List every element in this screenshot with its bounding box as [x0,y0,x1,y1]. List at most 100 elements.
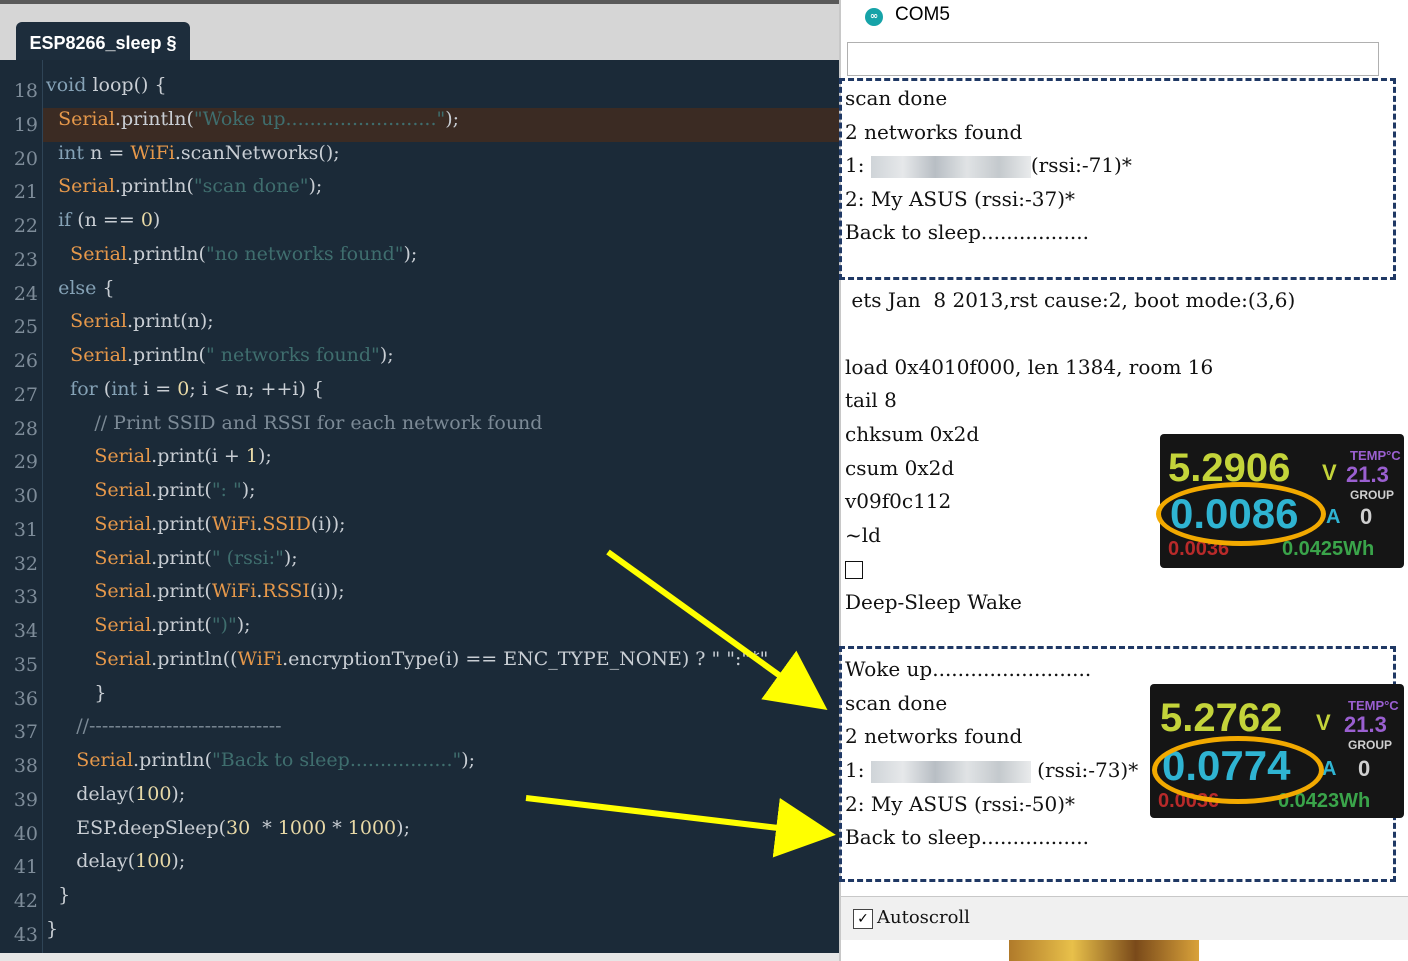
code-line[interactable]: Serial.print(i + 1); [46,445,272,479]
code-line[interactable]: int n = WiFi.scanNetworks(); [46,142,340,176]
code-token: // Print SSID and RSSI for each network … [94,411,543,434]
code-line[interactable]: Serial.println("Back to sleep...........… [46,749,475,783]
code-line[interactable]: if (n == 0) [46,209,160,243]
code-token: Serial [58,175,115,198]
code-line[interactable]: for (int i = 0; i < n; ++i) { [46,378,324,412]
line-number: 20 [13,147,38,170]
serial-line: ets Jan 8 2013,rst cause:2, boot mode:(3… [845,288,1295,322]
serial-line: Deep-Sleep Wake [845,590,1022,624]
serial-line-text: load 0x4010f000, len 1384, room 16 [845,354,1214,379]
code-token: "no networks found" [205,242,404,265]
code-token: ); [257,445,272,468]
code-token: .println( [114,175,194,198]
meter-group-label: GROUP [1350,488,1395,502]
line-number: 29 [13,451,38,474]
code-line[interactable]: Serial.print(": "); [46,479,256,513]
code-line[interactable]: Serial.print(WiFi.SSID(i)); [46,512,345,547]
code-line[interactable]: Serial.println("scan done"); [46,175,322,209]
code-token: Serial [58,107,115,130]
code-token: .encryptionType(i) == ENC_TYPE_NONE) ? "… [282,647,769,670]
code-token: Serial [94,580,152,603]
serial-line-text: tail 8 [845,388,897,413]
code-token: Serial [94,479,152,501]
code-line[interactable]: // Print SSID and RSSI for each network … [46,412,542,446]
code-line[interactable]: Serial.print(")"); [46,614,251,648]
meter-current-unit: A [1326,506,1341,528]
code-token: ); [396,816,410,839]
code-token: ; i < n; ++i) { [189,377,325,400]
code-token: .scanNetworks(); [174,141,340,164]
code-token: Serial [76,749,134,771]
code-line[interactable]: Serial.println("no networks found"); [46,243,417,277]
code-token: ); [241,479,256,501]
line-number: 33 [13,586,38,609]
code-token: ); [445,107,460,130]
code-token: (i)); [309,580,345,603]
code-line[interactable]: Serial.println("Woke up.................… [46,108,459,142]
line-number: 21 [13,181,38,204]
code-token: 1000 [347,816,397,839]
code-token: //------------------------------ [76,715,282,738]
code-token: ); [283,546,298,569]
code-line[interactable]: Serial.println(" networks found"); [46,344,393,378]
code-line[interactable]: } [46,918,58,952]
code-line[interactable]: delay(100); [46,850,185,884]
code-token: .print( [151,479,212,501]
code-line[interactable]: void loop() { [46,74,167,108]
code-token: "scan done" [193,175,309,198]
meter-energy: 0.0425Wh [1282,538,1375,560]
serial-line-text: csum 0x2d [845,455,955,480]
code-token: 1000 [277,816,327,839]
line-number-gutter: 18 19 20 21 22 23 24 25 26 27 28 29 30 31 32 33 34 35 36 37… [0,60,43,953]
code-line[interactable]: Serial.print(n); [46,310,214,344]
serial-send-input[interactable] [847,42,1379,76]
code-token: delay( [46,782,136,805]
code-token: Serial [94,512,152,535]
code-token: Serial [94,614,152,636]
code-line[interactable]: //------------------------------ [46,715,282,749]
code-token: Serial [94,546,152,569]
code-line[interactable]: } [46,682,106,716]
code-token: loop() { [86,74,167,96]
code-editor[interactable]: 18 19 20 21 22 23 24 25 26 27 28 29 30 31 32 33 34 35 36 37… [0,60,840,953]
code-token: 0 [177,377,190,400]
autoscroll-checkbox[interactable]: ✓ [853,909,873,929]
code-token: for [70,377,98,400]
code-token: 0 [140,209,153,231]
tab-bar: ESP8266_sleep § [0,0,840,64]
line-number: 39 [13,788,38,811]
line-number: 25 [13,316,38,339]
meter-temp-label: TEMP°C [1350,448,1401,463]
code-line[interactable]: Serial.println((WiFi.encryptionType(i) =… [46,648,768,682]
code-token: ); [236,614,251,636]
code-line[interactable]: else { [46,277,114,311]
code-token: (n == [71,209,141,231]
code-line[interactable]: Serial.print(WiFi.RSSI(i)); [46,580,345,614]
serial-line: chksum 0x2d [845,422,979,456]
code-line[interactable]: delay(100); [46,783,185,817]
line-number: 27 [13,383,38,406]
code-token: ")" [211,614,237,636]
code-token: Serial [70,344,127,366]
code-token: ESP.deepSleep( [46,816,227,839]
unprintable-char-box-icon [845,560,863,579]
monitor-footer: ✓ Autoscroll [841,896,1408,941]
code-line[interactable]: Serial.print(" (rssi:"); [46,546,298,581]
code-token: .println( [114,107,194,130]
code-token: ); [171,782,186,805]
meter-group-value: 0 [1358,756,1371,781]
code-line[interactable]: } [46,884,70,918]
code-token: 30 [226,816,251,839]
tab-esp8266-sleep[interactable]: ESP8266_sleep § [16,22,190,64]
code-line[interactable]: ESP.deepSleep(30 * 1000 * 1000); [46,817,410,851]
code-token: 100 [135,782,172,805]
code-token: } [46,917,59,940]
code-token: if [58,209,72,231]
